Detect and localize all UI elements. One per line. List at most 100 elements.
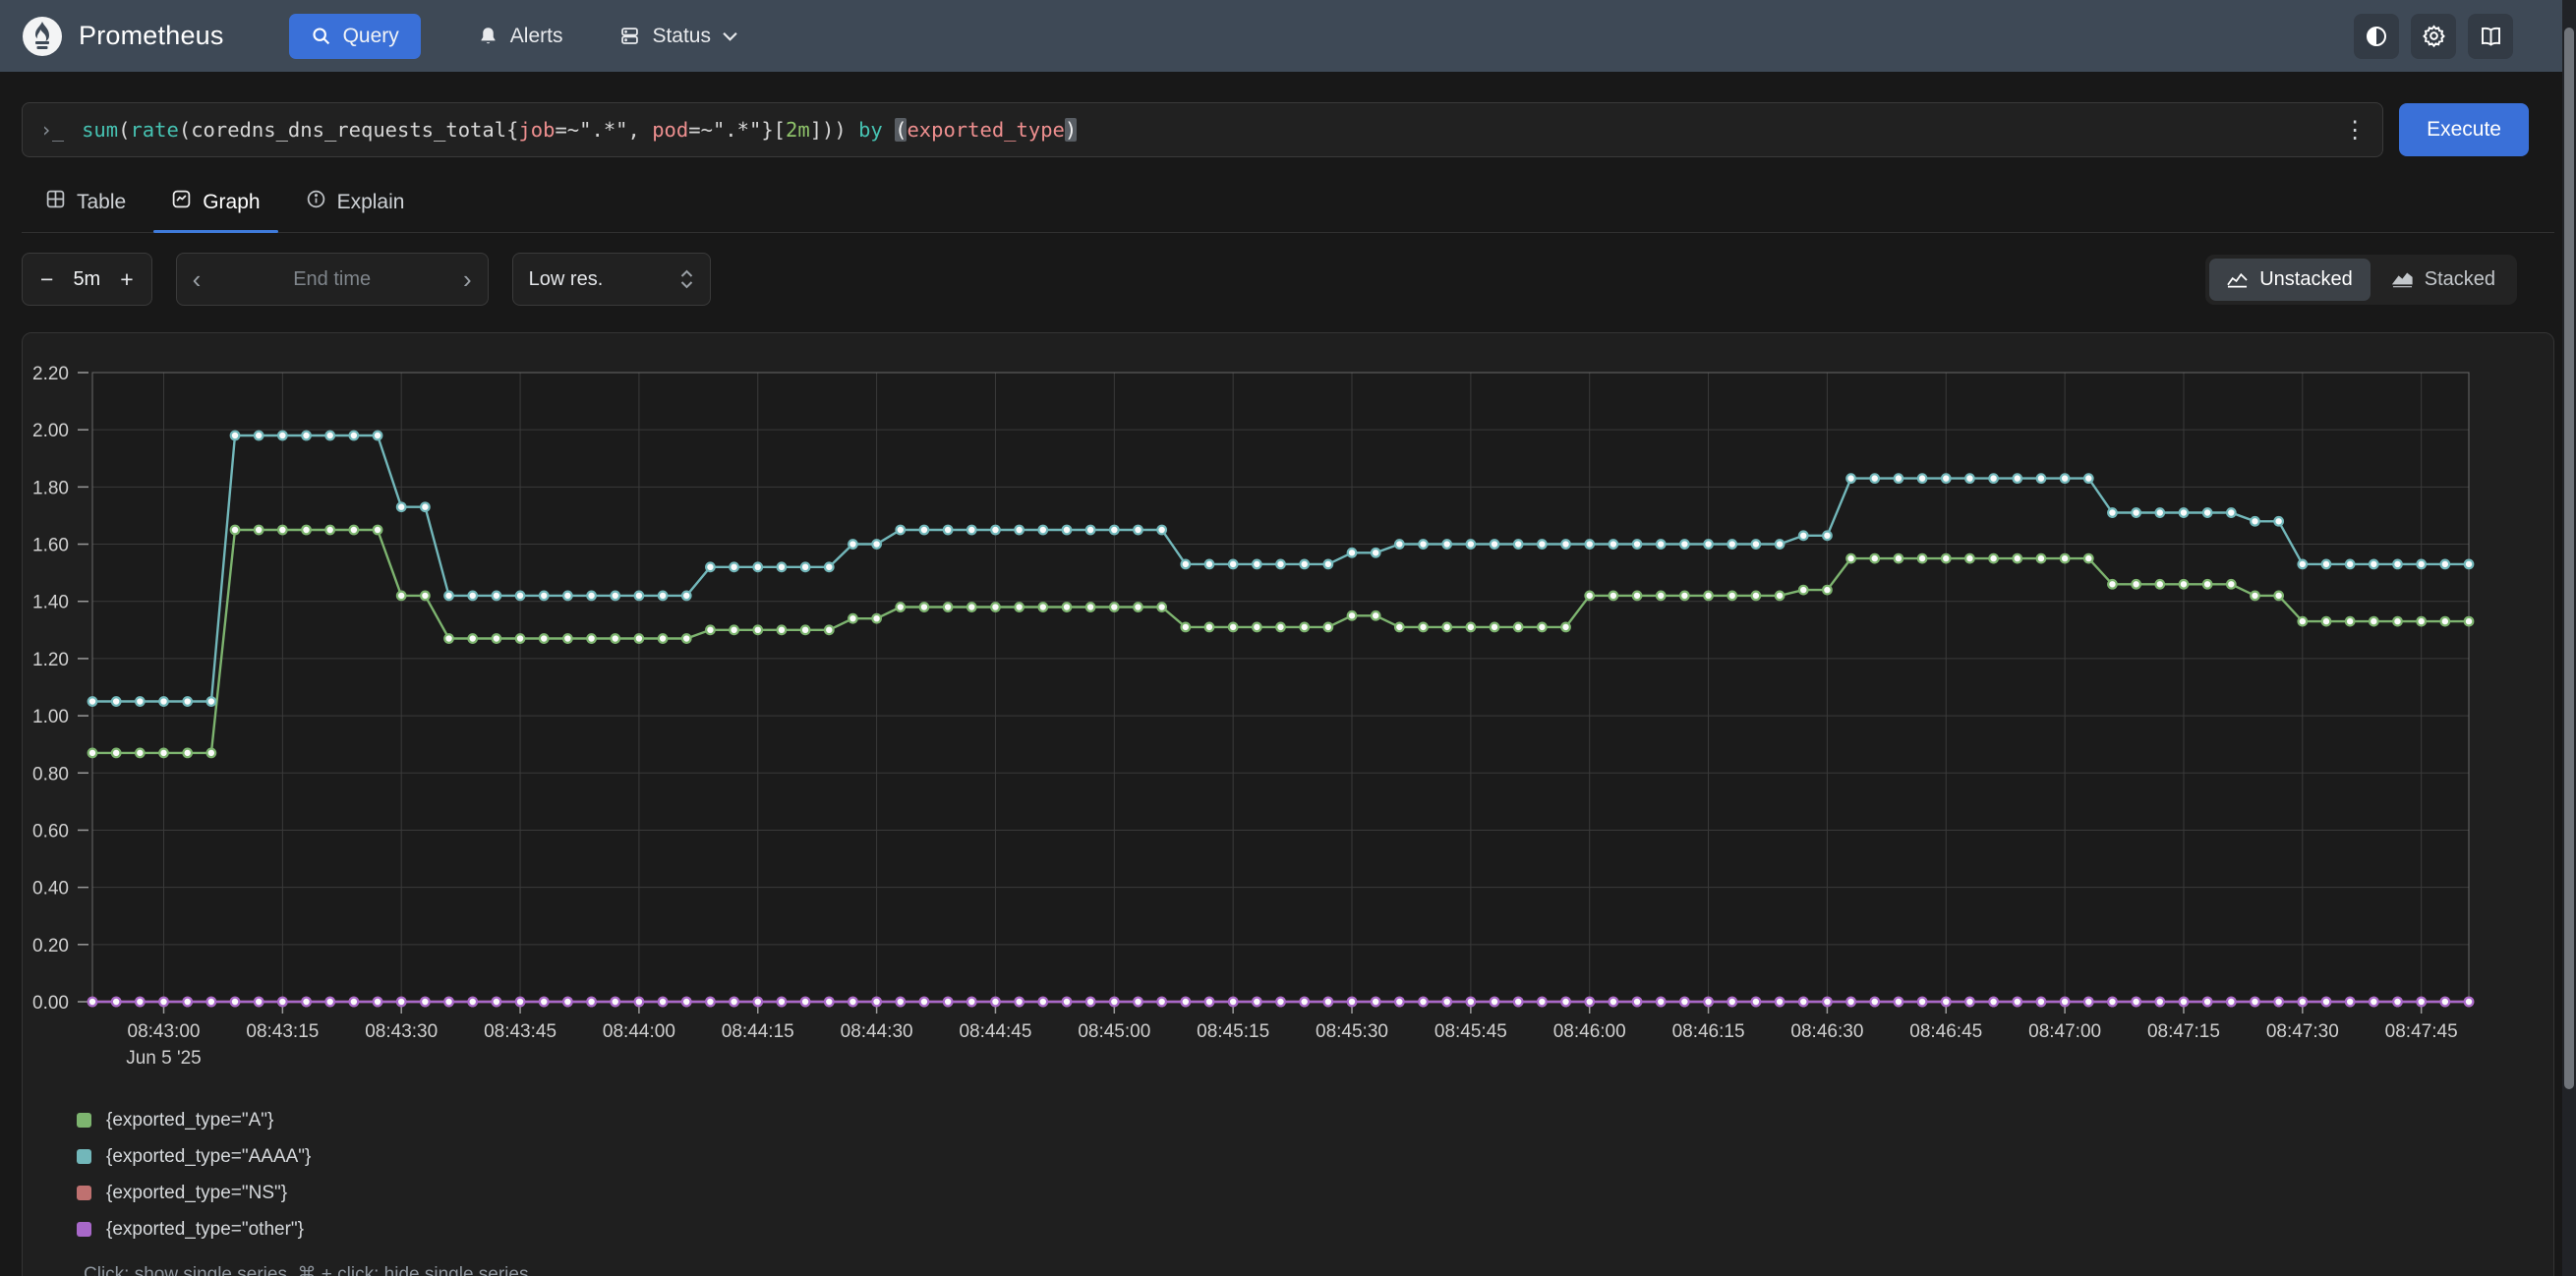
data-point[interactable] [350, 998, 359, 1007]
data-point[interactable] [2108, 580, 2117, 589]
data-point[interactable] [1039, 526, 1048, 535]
data-point[interactable] [444, 592, 453, 601]
data-point[interactable] [1039, 603, 1048, 611]
data-point[interactable] [2084, 554, 2093, 563]
data-point[interactable] [1157, 603, 1166, 611]
nav-item-alerts[interactable]: Alerts [478, 25, 563, 48]
data-point[interactable] [1752, 998, 1761, 1007]
data-point[interactable] [801, 626, 810, 635]
data-point[interactable] [1942, 998, 1951, 1007]
data-point[interactable] [1680, 592, 1689, 601]
data-point[interactable] [611, 634, 619, 643]
data-point[interactable] [1015, 526, 1024, 535]
data-point[interactable] [1205, 998, 1214, 1007]
data-point[interactable] [1561, 998, 1570, 1007]
end-time-control[interactable]: ‹ End time › [176, 253, 489, 306]
data-point[interactable] [374, 432, 382, 440]
data-point[interactable] [2013, 554, 2021, 563]
data-point[interactable] [659, 998, 668, 1007]
data-point[interactable] [1846, 998, 1855, 1007]
data-point[interactable] [1442, 623, 1451, 632]
data-point[interactable] [587, 592, 596, 601]
data-point[interactable] [1989, 474, 1998, 483]
data-point[interactable] [397, 502, 406, 511]
data-point[interactable] [1086, 526, 1095, 535]
data-point[interactable] [1704, 592, 1713, 601]
data-point[interactable] [1205, 623, 1214, 632]
data-point[interactable] [516, 592, 525, 601]
data-point[interactable] [468, 998, 477, 1007]
data-point[interactable] [1514, 623, 1523, 632]
data-point[interactable] [825, 626, 834, 635]
data-point[interactable] [2370, 560, 2378, 569]
data-point[interactable] [778, 626, 787, 635]
data-point[interactable] [2346, 560, 2355, 569]
legend-item[interactable]: {exported_type="AAAA"} [77, 1138, 2553, 1175]
data-point[interactable] [1157, 998, 1166, 1007]
data-point[interactable] [2037, 998, 2046, 1007]
data-point[interactable] [635, 634, 644, 643]
legend-item[interactable]: {exported_type="NS"} [77, 1175, 2553, 1211]
data-point[interactable] [2441, 998, 2450, 1007]
data-point[interactable] [136, 998, 145, 1007]
data-point[interactable] [682, 634, 691, 643]
data-point[interactable] [825, 998, 834, 1007]
data-point[interactable] [2227, 508, 2236, 517]
data-point[interactable] [1965, 554, 1974, 563]
data-point[interactable] [2203, 998, 2212, 1007]
data-point[interactable] [516, 634, 525, 643]
data-point[interactable] [1395, 998, 1404, 1007]
data-point[interactable] [1467, 623, 1476, 632]
data-point[interactable] [207, 697, 216, 706]
data-point[interactable] [1039, 998, 1048, 1007]
data-point[interactable] [1633, 540, 1642, 549]
plot-area[interactable] [92, 373, 2469, 1002]
data-point[interactable] [1989, 998, 1998, 1007]
data-point[interactable] [88, 697, 97, 706]
data-point[interactable] [1870, 998, 1879, 1007]
data-point[interactable] [991, 998, 1000, 1007]
data-point[interactable] [706, 563, 715, 572]
data-point[interactable] [1776, 592, 1785, 601]
promql-input[interactable]: ›_ sum(rate(coredns_dns_requests_total{j… [22, 102, 2383, 157]
data-point[interactable] [2013, 998, 2021, 1007]
data-point[interactable] [1633, 592, 1642, 601]
data-point[interactable] [2061, 554, 2070, 563]
data-point[interactable] [1253, 623, 1261, 632]
data-point[interactable] [2227, 998, 2236, 1007]
data-point[interactable] [1395, 540, 1404, 549]
data-point[interactable] [1657, 998, 1666, 1007]
data-point[interactable] [801, 563, 810, 572]
data-point[interactable] [1799, 532, 1808, 541]
data-point[interactable] [1585, 592, 1594, 601]
data-point[interactable] [1086, 603, 1095, 611]
data-point[interactable] [920, 526, 929, 535]
data-point[interactable] [1799, 586, 1808, 595]
data-point[interactable] [1752, 592, 1761, 601]
tab-explain[interactable]: Explain [288, 173, 423, 232]
data-point[interactable] [136, 697, 145, 706]
data-point[interactable] [1348, 549, 1357, 557]
data-point[interactable] [1157, 526, 1166, 535]
data-point[interactable] [2322, 560, 2331, 569]
data-point[interactable] [896, 526, 905, 535]
data-point[interactable] [1704, 540, 1713, 549]
data-point[interactable] [1015, 603, 1024, 611]
data-point[interactable] [1395, 623, 1404, 632]
data-point[interactable] [1134, 998, 1142, 1007]
data-point[interactable] [112, 998, 121, 1007]
data-point[interactable] [991, 526, 1000, 535]
data-point[interactable] [1276, 998, 1285, 1007]
data-point[interactable] [706, 998, 715, 1007]
end-time-prev-button[interactable]: ‹ [193, 266, 202, 292]
data-point[interactable] [2203, 508, 2212, 517]
data-point[interactable] [1467, 998, 1476, 1007]
data-point[interactable] [1823, 586, 1832, 595]
data-point[interactable] [1989, 554, 1998, 563]
data-point[interactable] [1727, 540, 1736, 549]
data-point[interactable] [112, 749, 121, 758]
data-point[interactable] [2132, 998, 2140, 1007]
data-point[interactable] [1918, 474, 1927, 483]
data-point[interactable] [1372, 998, 1380, 1007]
data-point[interactable] [207, 749, 216, 758]
